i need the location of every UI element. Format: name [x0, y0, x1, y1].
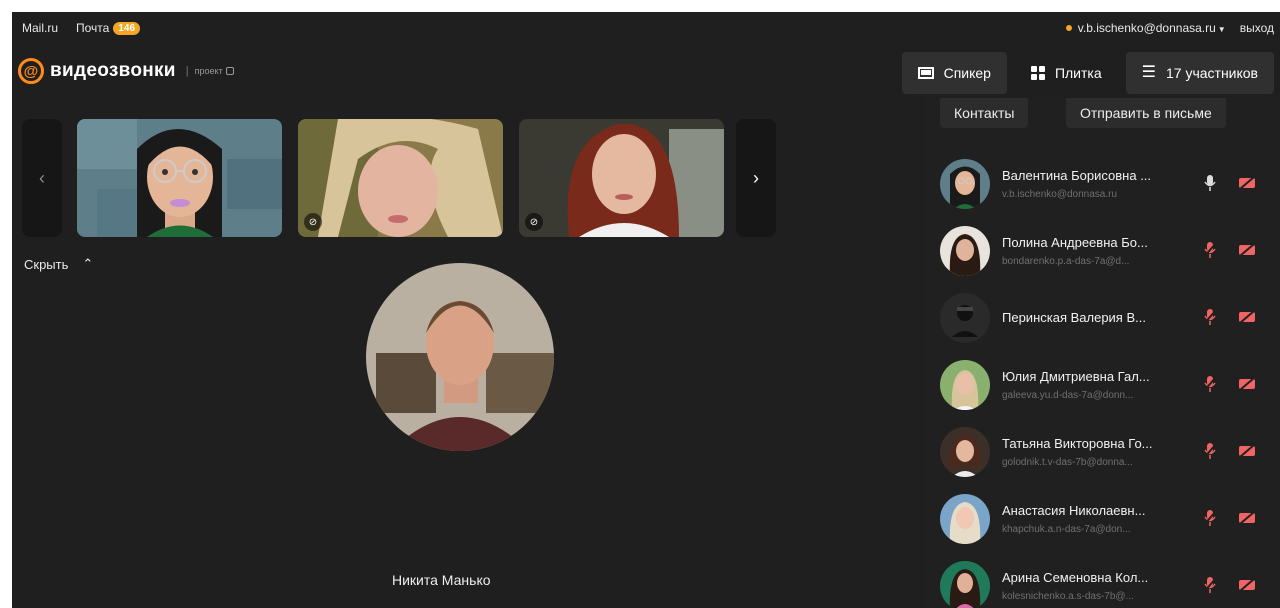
participant-info: Валентина Борисовна ... v.b.ischenko@don… — [1002, 168, 1182, 200]
speaker-video-image — [366, 263, 554, 451]
avatar — [940, 292, 990, 343]
project-label: проект — [195, 66, 234, 76]
participant-info: Перинская Валерия В... — [1002, 310, 1182, 325]
participants-button[interactable]: ☰ 17 участников — [1125, 52, 1274, 94]
mic-off-icon — [1203, 443, 1217, 459]
participant-email: v.b.ischenko@donnasa.ru — [1002, 188, 1118, 200]
participant-row[interactable]: Юлия Дмитриевна Гал... galeeva.yu.d-das-… — [940, 351, 1270, 418]
strip-prev-button[interactable]: ‹ — [22, 119, 62, 237]
camera-off-icon — [1239, 377, 1255, 391]
participant-thumbnail[interactable]: ⊘ — [298, 119, 503, 237]
caret-down-icon: ▼ — [1217, 25, 1226, 34]
participant-email: kolesnichenko.a.s-das-7b@... — [1002, 590, 1134, 602]
user-email: v.b.ischenko@donnasa.ru — [1077, 21, 1216, 35]
user-menu[interactable]: v.b.ischenko@donnasa.ru ▼ — [1078, 21, 1226, 35]
project-text: проект — [194, 66, 223, 76]
at-logo-icon: @ — [18, 58, 44, 84]
avatar — [940, 560, 990, 608]
avatar — [940, 359, 990, 410]
mic-off-icon — [1203, 309, 1217, 325]
participants-panel: Контакты Отправить в письме Валентина Бо… — [924, 98, 1280, 608]
mic-off-icon: ⊘ — [304, 213, 322, 231]
participant-email: golodnik.t.v-das-7b@donna... — [1002, 456, 1133, 468]
mic-off-icon — [1203, 376, 1217, 392]
participant-thumbnail[interactable] — [77, 119, 282, 237]
mic-off-icon: ⊘ — [525, 213, 543, 231]
logo-separator: | — [185, 65, 189, 77]
send-in-email-button[interactable]: Отправить в письме — [1066, 98, 1226, 128]
status-dot-icon — [1065, 25, 1072, 31]
speaker-view-button[interactable]: Спикер — [901, 52, 1007, 94]
participant-name: Арина Семеновна Кол... — [1002, 569, 1149, 585]
speaker-view-icon — [917, 67, 934, 79]
mic-off-icon — [1203, 577, 1217, 593]
participant-name: Анастасия Николаевн... — [1002, 502, 1146, 518]
app-logo[interactable]: @ видеозвонки | проект — [18, 58, 234, 84]
mic-off-icon — [1203, 242, 1217, 258]
speaker-view-label: Спикер — [943, 65, 991, 81]
participant-info: Анастасия Николаевн... khapchuk.a.n-das-… — [1002, 503, 1182, 535]
camera-off-icon — [1239, 578, 1255, 592]
grid-icon — [1030, 66, 1045, 80]
list-icon: ☰ — [1141, 64, 1156, 81]
participant-row[interactable]: Арина Семеновна Кол... kolesnichenko.a.s… — [940, 552, 1270, 608]
camera-off-icon — [1239, 243, 1255, 257]
logout-link[interactable]: выход — [1240, 21, 1274, 35]
participant-row[interactable]: Татьяна Викторовна Го... golodnik.t.v-da… — [940, 418, 1270, 485]
logo-text: видеозвонки — [50, 60, 176, 81]
strip-next-button[interactable]: › — [736, 119, 776, 237]
chevron-up-icon: ⌃ — [82, 256, 94, 271]
hide-strip-toggle[interactable]: Скрыть ⌃ — [24, 256, 93, 272]
hide-label: Скрыть — [24, 256, 69, 272]
camera-off-icon — [1239, 176, 1255, 190]
camera-off-icon — [1239, 310, 1255, 324]
participant-row[interactable]: Полина Андреевна Бо... bondarenko.p.a-da… — [940, 217, 1270, 284]
mail-label: Почта — [76, 21, 110, 35]
contacts-button[interactable]: Контакты — [940, 98, 1029, 128]
participant-row[interactable]: Валентина Борисовна ... v.b.ischenko@don… — [940, 150, 1270, 217]
participant-info: Арина Семеновна Кол... kolesnichenko.a.s… — [1002, 570, 1182, 602]
participant-thumbnail[interactable]: ⊘ — [519, 119, 724, 237]
participant-email: khapchuk.a.n-das-7a@don... — [1002, 523, 1131, 535]
cartoon-avatar-image — [77, 119, 282, 237]
participant-email: galeeva.yu.d-das-7a@donn... — [1002, 389, 1134, 401]
participant-list: Валентина Борисовна ... v.b.ischenko@don… — [940, 150, 1270, 608]
chevron-left-icon: ‹ — [39, 167, 45, 188]
participant-row[interactable]: Перинская Валерия В... — [940, 284, 1270, 351]
avatar — [940, 493, 990, 544]
portal-user-area: v.b.ischenko@donnasa.ru ▼ выход — [1065, 12, 1274, 44]
mailru-link[interactable]: Mail.ru — [22, 21, 58, 35]
grid-view-button[interactable]: Плитка — [1015, 52, 1118, 94]
video-call-app: Mail.ru Почта 146 v.b.ischenko@donnasa.r… — [12, 12, 1280, 608]
participant-name: Татьяна Викторовна Го... — [1002, 435, 1153, 451]
participant-info: Юлия Дмитриевна Гал... galeeva.yu.d-das-… — [1002, 369, 1182, 401]
mail-link[interactable]: Почта 146 — [76, 21, 141, 35]
participant-row[interactable]: Анастасия Николаевн... khapchuk.a.n-das-… — [940, 485, 1270, 552]
participant-info: Татьяна Викторовна Го... golodnik.t.v-da… — [1002, 436, 1182, 468]
project-icon — [225, 67, 234, 75]
mail-count-badge: 146 — [113, 21, 141, 35]
camera-off-icon — [1239, 444, 1255, 458]
camera-off-icon — [1239, 511, 1255, 525]
participants-count-label: 17 участников — [1165, 65, 1258, 81]
speaker-name: Никита Манько — [392, 572, 491, 588]
grid-view-label: Плитка — [1054, 65, 1102, 81]
avatar — [940, 426, 990, 477]
participant-video-image — [298, 119, 503, 237]
participant-video-image — [519, 119, 724, 237]
avatar — [940, 225, 990, 276]
participant-name: Валентина Борисовна ... — [1002, 167, 1152, 183]
avatar — [940, 158, 990, 209]
speaker-avatar — [366, 263, 554, 451]
portal-bar: Mail.ru Почта 146 v.b.ischenko@donnasa.r… — [12, 12, 1280, 44]
view-switcher: Спикер Плитка ☰ 17 участников — [901, 52, 1274, 94]
participant-name: Перинская Валерия В... — [1002, 310, 1146, 325]
participant-name: Юлия Дмитриевна Гал... — [1002, 368, 1150, 384]
mic-off-icon — [1203, 510, 1217, 526]
mic-on-icon — [1204, 175, 1216, 191]
participant-name: Полина Андреевна Бо... — [1002, 234, 1148, 250]
participant-email: bondarenko.p.a-das-7a@d... — [1002, 255, 1130, 267]
participant-info: Полина Андреевна Бо... bondarenko.p.a-da… — [1002, 235, 1182, 267]
chevron-right-icon: › — [753, 167, 759, 188]
